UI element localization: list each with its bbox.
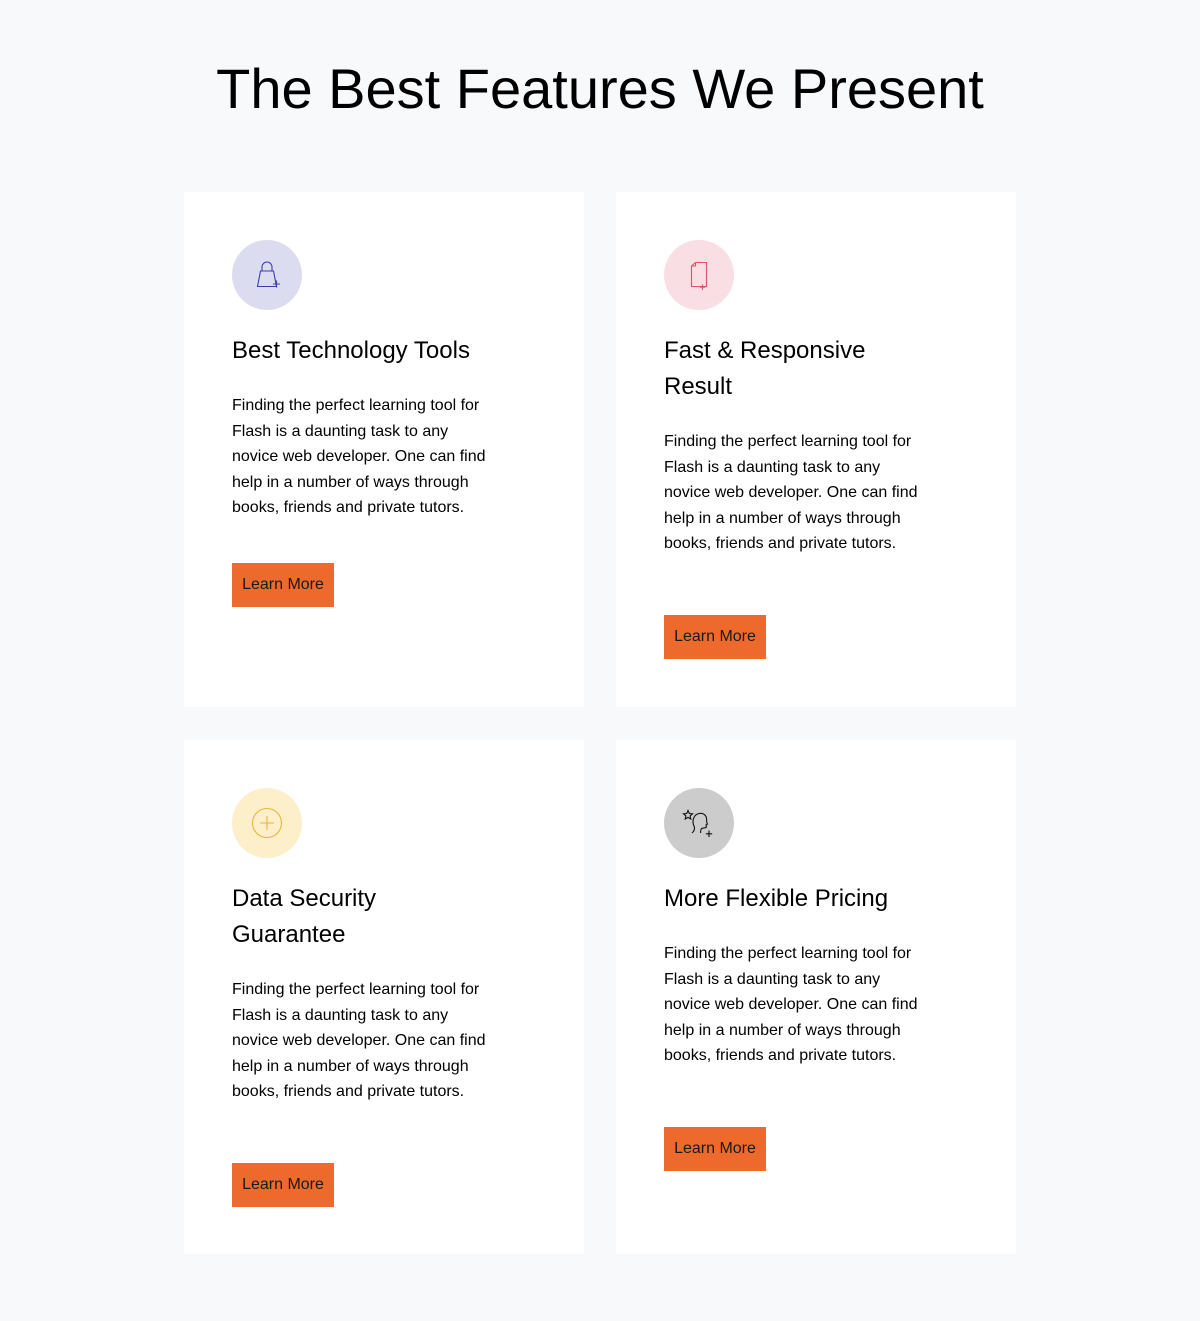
document-plus-icon [690,261,708,290]
learn-more-button[interactable]: Learn More [664,615,766,659]
feature-title: Best Technology Tools [232,337,470,364]
feature-card-fast-responsive-result: Fast & Responsive Result Finding the per… [616,192,1016,707]
feature-description: Finding the perfect learning tool for Fl… [664,433,918,553]
feature-card-best-technology-tools: Best Technology Tools Finding the perfec… [184,192,584,707]
feature-icon-circle [664,240,734,310]
feature-description: Finding the perfect learning tool for Fl… [664,945,918,1065]
user-star-icon [682,809,713,837]
feature-icon-circle [232,240,302,310]
shopping-bag-plus-icon [256,261,280,288]
feature-card-more-flexible-pricing: More Flexible Pricing Finding the perfec… [616,740,1016,1254]
feature-description: Finding the perfect learning tool for Fl… [232,397,486,517]
feature-title: More Flexible Pricing [664,885,889,912]
feature-icon-circle [664,788,734,858]
page-title: The Best Features We Present [216,57,984,120]
feature-description: Finding the perfect learning tool for Fl… [232,981,486,1101]
feature-card-data-security-guarantee: Data Security Guarantee Finding the perf… [184,740,584,1254]
feature-title: Data Security Guarantee [232,885,377,948]
feature-icon-circle [232,788,302,858]
learn-more-button[interactable]: Learn More [664,1127,766,1171]
learn-more-button[interactable]: Learn More [232,1163,334,1207]
learn-more-button[interactable]: Learn More [232,563,334,607]
feature-title: Fast & Responsive Result [664,337,866,400]
plus-circle-icon [251,807,283,839]
